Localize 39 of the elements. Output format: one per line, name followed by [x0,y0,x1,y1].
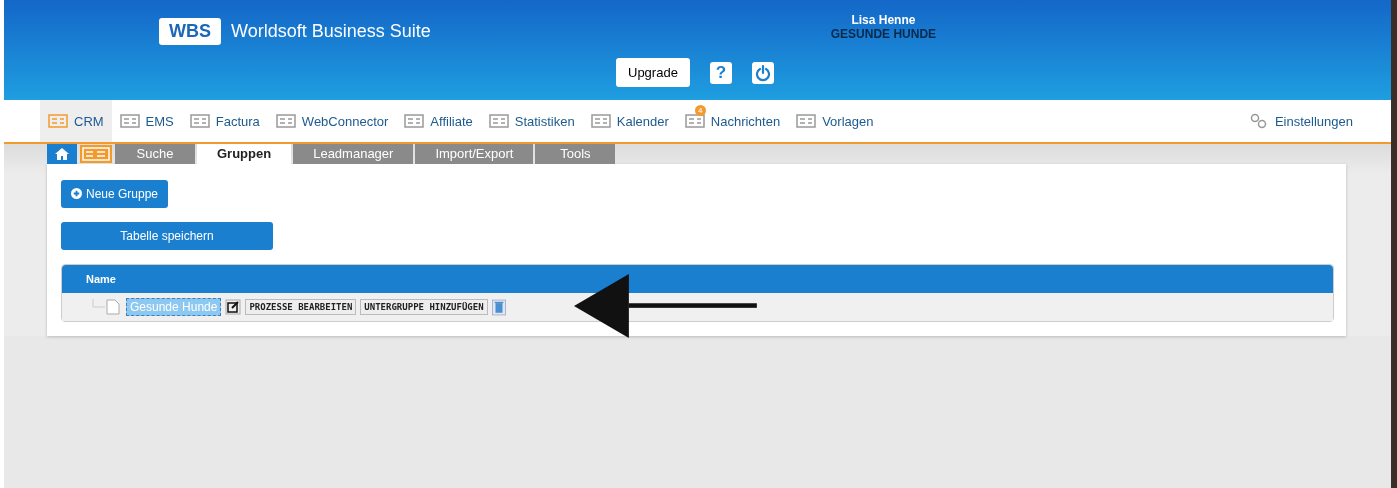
module-icon [488,113,509,129]
tree-document-icon [92,299,122,315]
column-header: Name [86,273,116,285]
edit-icon[interactable] [225,299,242,315]
settings-icon [1248,113,1269,129]
settings-link[interactable]: Einstellungen [1240,100,1361,142]
module-icon [48,113,68,129]
tab[interactable]: Gruppen [197,144,292,164]
help-button[interactable]: ? [709,61,732,84]
upgrade-button[interactable]: Upgrade [616,58,690,87]
save-table-button[interactable]: Tabelle speichern [61,222,273,250]
module-icon [404,113,425,129]
module-icon [275,113,296,129]
module-icon [189,113,210,129]
notification-badge: 4 [694,105,706,116]
logo: WBS [159,17,221,45]
nav-item[interactable]: CRM [40,100,112,142]
new-group-button[interactable]: Neue Gruppe [61,180,169,208]
nav-item[interactable]: Statistiken [480,100,583,142]
nav-item[interactable]: Kalender [582,100,677,142]
trash-icon[interactable] [491,298,506,316]
action-button[interactable]: PROZESSE BEARBEITEN [245,299,357,315]
nav-item[interactable]: WebConnector [267,100,397,142]
module-icon [684,113,705,129]
nav-item[interactable]: 4 Nachrichten [676,100,789,142]
plus-icon [71,188,82,199]
nav-item[interactable]: Affiliate [396,100,481,142]
user-name: Lisa Henne [851,13,916,27]
app-title: Worldsoft Business Suite [231,20,431,42]
nav-item[interactable]: Vorlagen [788,100,882,142]
home-icon[interactable] [47,144,77,164]
module-icon [590,113,611,129]
power-icon[interactable] [751,61,774,84]
module-icon [796,113,817,129]
nav-item[interactable]: Factura [181,100,268,142]
nav-item[interactable]: EMS [111,100,182,142]
company-name: GESUNDE HUNDE [830,27,937,41]
module-icon [119,113,140,129]
action-button[interactable]: UNTERGRUPPE HINZUFÜGEN [360,299,488,315]
